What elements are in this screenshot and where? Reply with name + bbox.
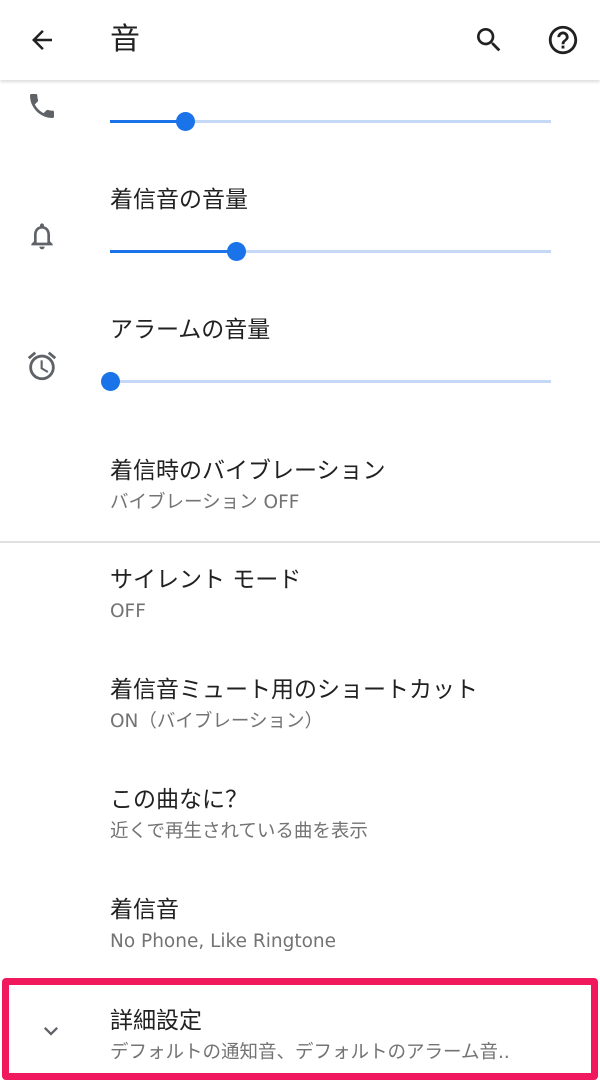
advanced-chevron-wrap — [33, 1013, 69, 1049]
ringer-volume-icon-wrap — [24, 218, 60, 254]
advanced-text: 詳細設定 デフォルトの通知音、デフォルトのアラーム音.. — [110, 1005, 580, 1067]
slider-thumb[interactable] — [226, 242, 246, 261]
page-title: 音 — [110, 22, 140, 57]
help-button[interactable] — [539, 16, 587, 64]
app-bar: 音 — [0, 0, 600, 80]
bell-icon — [31, 223, 53, 250]
pref-summary: ON（バイブレーション） — [110, 711, 324, 732]
pref-summary: バイブレーション OFF — [110, 492, 300, 513]
chevron-down-icon — [44, 1027, 58, 1036]
pref-title: 詳細設定 — [110, 1008, 202, 1034]
slider-track — [110, 380, 551, 383]
pref-summary: OFF — [110, 601, 146, 622]
pref-title: 着信音ミュート用のショートカット — [110, 677, 478, 703]
slider-thumb[interactable] — [175, 112, 195, 131]
alarm-clock-icon — [27, 351, 57, 381]
slider-fill — [110, 120, 185, 123]
pref-summary: No Phone, Like Ringtone — [110, 931, 337, 952]
help-circle-icon — [548, 25, 578, 55]
alarm-volume-label: アラームの音量 — [110, 317, 271, 343]
search-icon — [477, 28, 501, 52]
slider-fill — [110, 250, 236, 253]
pref-title: 着信音 — [110, 897, 179, 923]
ringer-volume-label: 着信音の音量 — [110, 187, 248, 213]
section-divider — [0, 541, 600, 543]
pref-summary: デフォルトの通知音、デフォルトのアラーム音.. — [110, 1042, 510, 1063]
ringer-volume-slider[interactable] — [110, 242, 551, 262]
back-button[interactable] — [18, 16, 66, 64]
alarm-volume-icon-wrap — [24, 348, 60, 384]
pref-vibrate-for-calls[interactable]: 着信時のバイブレーション バイブレーション OFF — [110, 455, 580, 517]
call-volume-icon-wrap — [24, 88, 60, 124]
search-button[interactable] — [465, 16, 513, 64]
pref-ringtone[interactable]: 着信音 No Phone, Like Ringtone — [110, 894, 580, 956]
sound-settings-screen: 音 着信音の音量 アラームの音量 着信時のバイブレーション バイブレーション O… — [0, 0, 600, 1082]
pref-do-not-disturb[interactable]: サイレント モード OFF — [110, 564, 580, 626]
pref-title: この曲なに？ — [110, 787, 248, 813]
pref-summary: 近くで再生されている曲を表示 — [110, 821, 368, 842]
slider-thumb[interactable] — [101, 372, 120, 391]
pref-now-playing[interactable]: この曲なに？ 近くで再生されている曲を表示 — [110, 784, 580, 846]
pref-ring-mute-shortcut[interactable]: 着信音ミュート用のショートカット ON（バイブレーション） — [110, 674, 580, 736]
pref-advanced[interactable]: 詳細設定 デフォルトの通知音、デフォルトのアラーム音.. — [2, 978, 598, 1080]
arrow-back-icon — [32, 30, 52, 50]
phone-icon — [30, 94, 54, 118]
pref-title: サイレント モード — [110, 567, 302, 593]
alarm-volume-slider[interactable] — [101, 372, 551, 392]
pref-title: 着信時のバイブレーション — [110, 458, 386, 484]
call-volume-slider[interactable] — [110, 112, 551, 132]
